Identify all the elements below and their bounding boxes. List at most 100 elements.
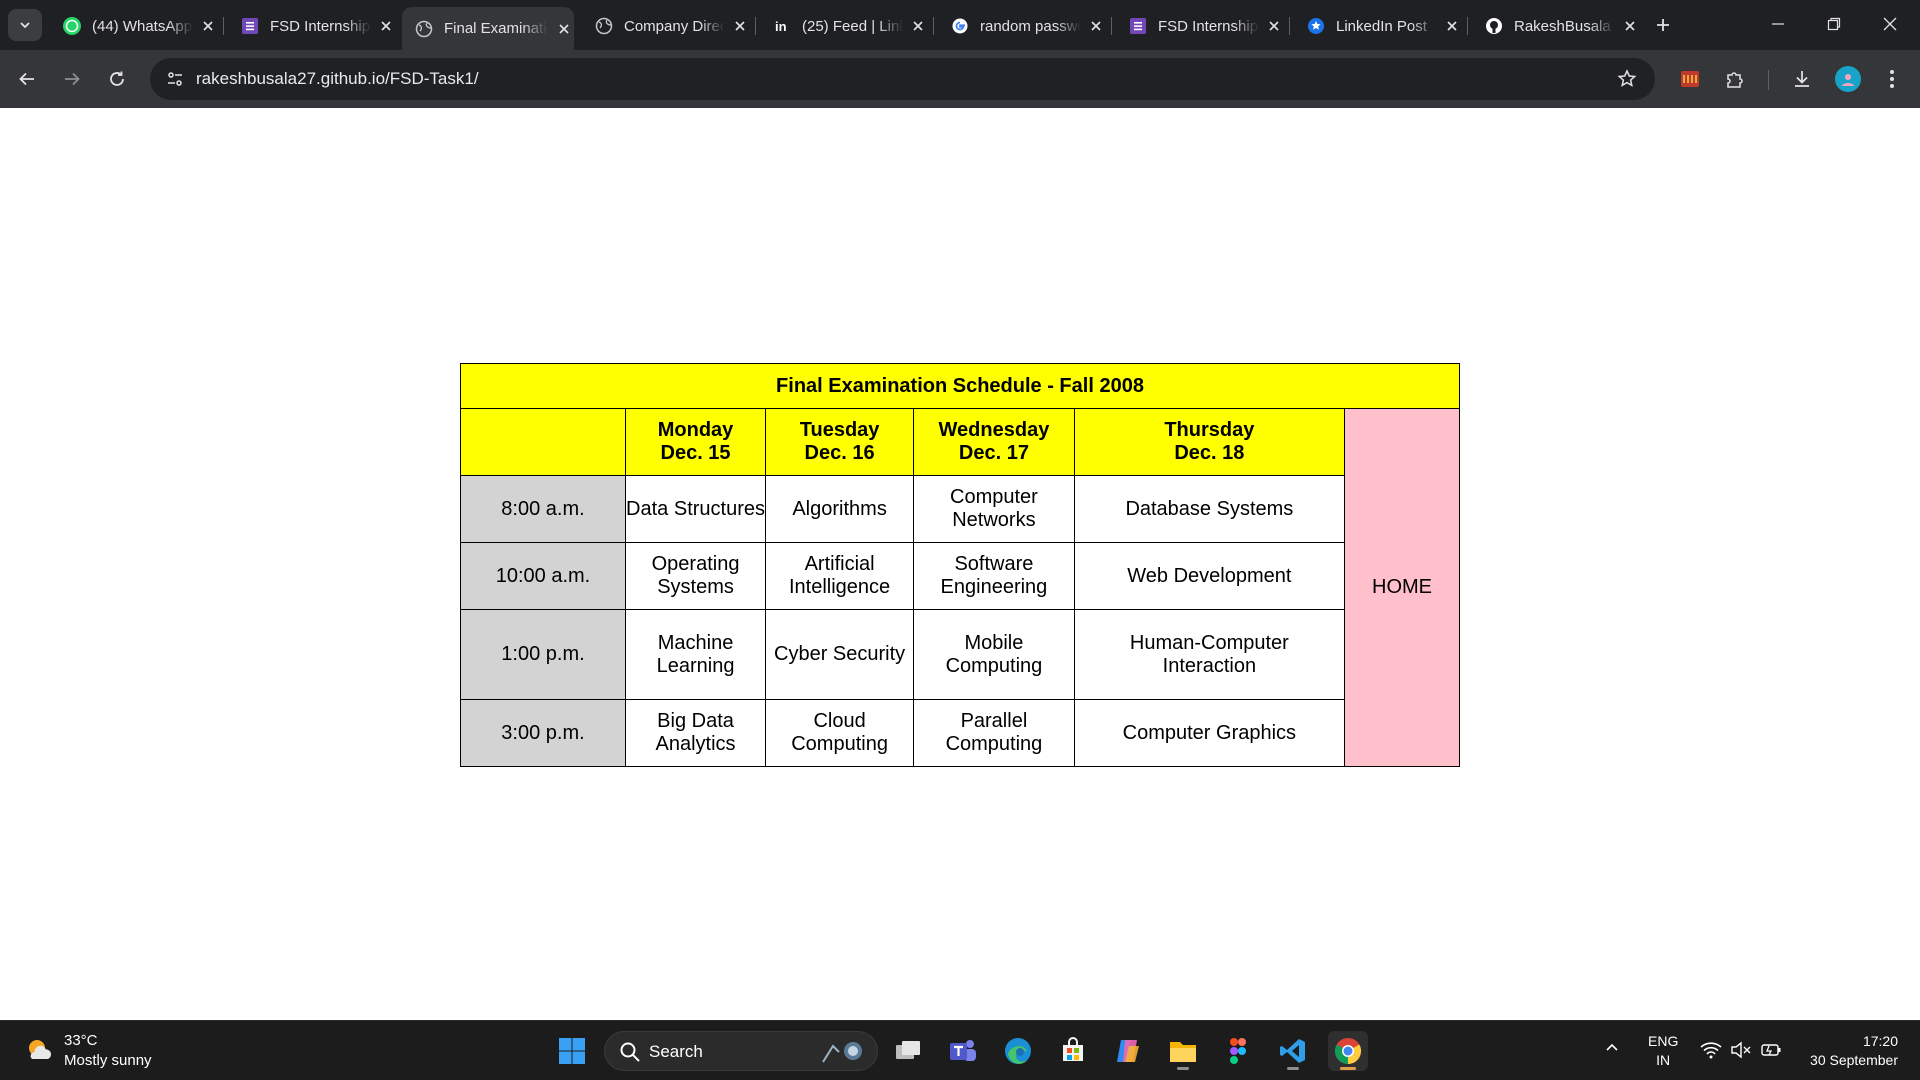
- tab-title: Company Directory: [624, 17, 725, 35]
- address-bar[interactable]: rakeshbusala27.github.io/FSD-Task1/: [150, 58, 1655, 100]
- volume-muted-icon[interactable]: [1730, 1041, 1752, 1059]
- arrow-right-icon: [65, 72, 80, 86]
- close-window-button[interactable]: [1870, 8, 1910, 40]
- downloads-button[interactable]: [1786, 63, 1818, 95]
- restore-button[interactable]: [1814, 8, 1854, 40]
- figma-icon: [1230, 1038, 1246, 1064]
- new-tab-button[interactable]: [1650, 12, 1676, 38]
- forms-icon: [1128, 16, 1148, 36]
- partly-sunny-icon[interactable]: [24, 1035, 54, 1065]
- wifi-icon[interactable]: [1700, 1041, 1722, 1059]
- time-slot: 8:00 a.m.: [460, 475, 626, 543]
- profile-avatar[interactable]: [1835, 66, 1861, 92]
- tab-title: (44) WhatsApp: [92, 17, 193, 35]
- language-indicator[interactable]: ENG IN: [1648, 1032, 1678, 1070]
- close-tab-icon[interactable]: [199, 16, 218, 36]
- url-text[interactable]: rakeshbusala27.github.io/FSD-Task1/: [196, 69, 479, 89]
- tab-github[interactable]: RakeshBusala: [1472, 7, 1640, 45]
- tab-divider: [933, 17, 934, 35]
- exam-cell: Computer Graphics: [1073, 699, 1346, 767]
- close-tab-icon[interactable]: [1087, 16, 1106, 36]
- exam-cell: Parallel Computing: [913, 699, 1075, 767]
- site-info-button[interactable]: [160, 64, 190, 94]
- day-date: Dec. 16: [804, 442, 875, 464]
- extensions-menu-button[interactable]: [1719, 63, 1751, 95]
- day-name: Thursday: [1164, 419, 1255, 441]
- store-button[interactable]: [1053, 1031, 1093, 1071]
- close-tab-icon[interactable]: [1265, 16, 1284, 36]
- copilot-button[interactable]: [1108, 1031, 1148, 1071]
- bookmark-button[interactable]: [1613, 65, 1641, 93]
- browser-menu-button[interactable]: [1876, 63, 1908, 95]
- forms-icon: [240, 16, 260, 36]
- day-date: Dec. 15: [660, 442, 731, 464]
- teams-button[interactable]: [943, 1031, 983, 1071]
- restore-icon: [1827, 17, 1841, 31]
- close-tab-icon[interactable]: [377, 16, 396, 36]
- search-highlight-icon: [822, 1042, 862, 1063]
- globe-icon: [414, 19, 434, 39]
- battery-icon[interactable]: [1760, 1041, 1782, 1059]
- weather-temperature[interactable]: 33°C: [64, 1032, 98, 1049]
- github-icon: [1484, 16, 1504, 36]
- day-header: Wednesday Dec. 17: [913, 408, 1075, 476]
- running-indicator: [1340, 1067, 1356, 1070]
- close-tab-icon[interactable]: [909, 16, 928, 36]
- tab-title: (25) Feed | LinkedIn: [802, 17, 903, 35]
- close-tab-icon[interactable]: [1621, 16, 1640, 36]
- edge-button[interactable]: [998, 1031, 1038, 1071]
- table-row: 1:00 p.m. Machine Learning Cyber Securit…: [460, 609, 1460, 700]
- time-slot: 1:00 p.m.: [460, 609, 626, 700]
- close-tab-icon[interactable]: [554, 19, 574, 39]
- plus-icon: [1657, 19, 1669, 31]
- tab-final-examination[interactable]: Final Examination: [402, 7, 574, 50]
- teams-icon: [950, 1040, 976, 1061]
- time-slot: 3:00 p.m.: [460, 699, 626, 767]
- arrow-left-icon: [19, 72, 34, 86]
- exam-cell: Data Structures: [624, 475, 767, 543]
- tab-fsd-internship-2[interactable]: FSD Internship: [1116, 7, 1284, 45]
- system-clock[interactable]: 17:20 30 September: [1810, 1032, 1898, 1070]
- clock-date: 30 September: [1810, 1052, 1898, 1068]
- tab-search-button[interactable]: [8, 9, 42, 41]
- tab-divider: [223, 17, 224, 35]
- extension-button[interactable]: [1674, 63, 1706, 95]
- tab-divider: [755, 17, 756, 35]
- close-tab-icon[interactable]: [731, 16, 750, 36]
- tab-strip: (44) WhatsApp FSD Internship Final Exami…: [0, 0, 1920, 50]
- back-button[interactable]: [11, 63, 43, 95]
- taskbar-search[interactable]: Search: [604, 1031, 878, 1071]
- table-row: 10:00 a.m. Operating Systems Artificial …: [460, 542, 1460, 610]
- task-view-icon: [896, 1041, 920, 1059]
- minimize-icon: [1772, 23, 1784, 25]
- figma-button[interactable]: [1218, 1031, 1258, 1071]
- task-view-button[interactable]: [888, 1031, 928, 1071]
- tab-linkedin-feed[interactable]: in (25) Feed | LinkedIn: [760, 7, 928, 45]
- exam-cell: Human-Computer Interaction: [1073, 609, 1346, 700]
- file-explorer-button[interactable]: [1163, 1031, 1203, 1071]
- home-link[interactable]: HOME: [1344, 408, 1460, 767]
- star-badge-icon: [1306, 16, 1326, 36]
- day-name: Wednesday: [938, 419, 1050, 441]
- close-tab-icon[interactable]: [1443, 16, 1462, 36]
- tab-company-directory[interactable]: Company Directory: [582, 7, 750, 45]
- windows-start-icon: [559, 1038, 585, 1064]
- tab-random-password[interactable]: random password: [938, 7, 1106, 45]
- exam-cell: Cloud Computing: [765, 699, 915, 767]
- tab-linkedin-post[interactable]: LinkedIn Post: [1294, 7, 1462, 45]
- google-icon: [950, 16, 970, 36]
- minimize-button[interactable]: [1758, 8, 1798, 40]
- reload-button[interactable]: [101, 63, 133, 95]
- start-button[interactable]: [552, 1031, 592, 1071]
- extension-logo-icon: [1681, 71, 1699, 87]
- vscode-button[interactable]: [1273, 1031, 1313, 1071]
- exam-schedule-table: Final Examination Schedule - Fall 2008 M…: [460, 363, 1460, 767]
- forward-button[interactable]: [56, 63, 88, 95]
- star-outline-icon: [1617, 69, 1637, 87]
- day-header: Tuesday Dec. 16: [765, 408, 915, 476]
- chrome-button[interactable]: [1328, 1031, 1368, 1071]
- tab-fsd-internship[interactable]: FSD Internship: [228, 7, 396, 45]
- chevron-up-icon[interactable]: [1604, 1039, 1620, 1055]
- tab-whatsapp[interactable]: (44) WhatsApp: [50, 7, 218, 45]
- weather-description[interactable]: Mostly sunny: [64, 1052, 152, 1069]
